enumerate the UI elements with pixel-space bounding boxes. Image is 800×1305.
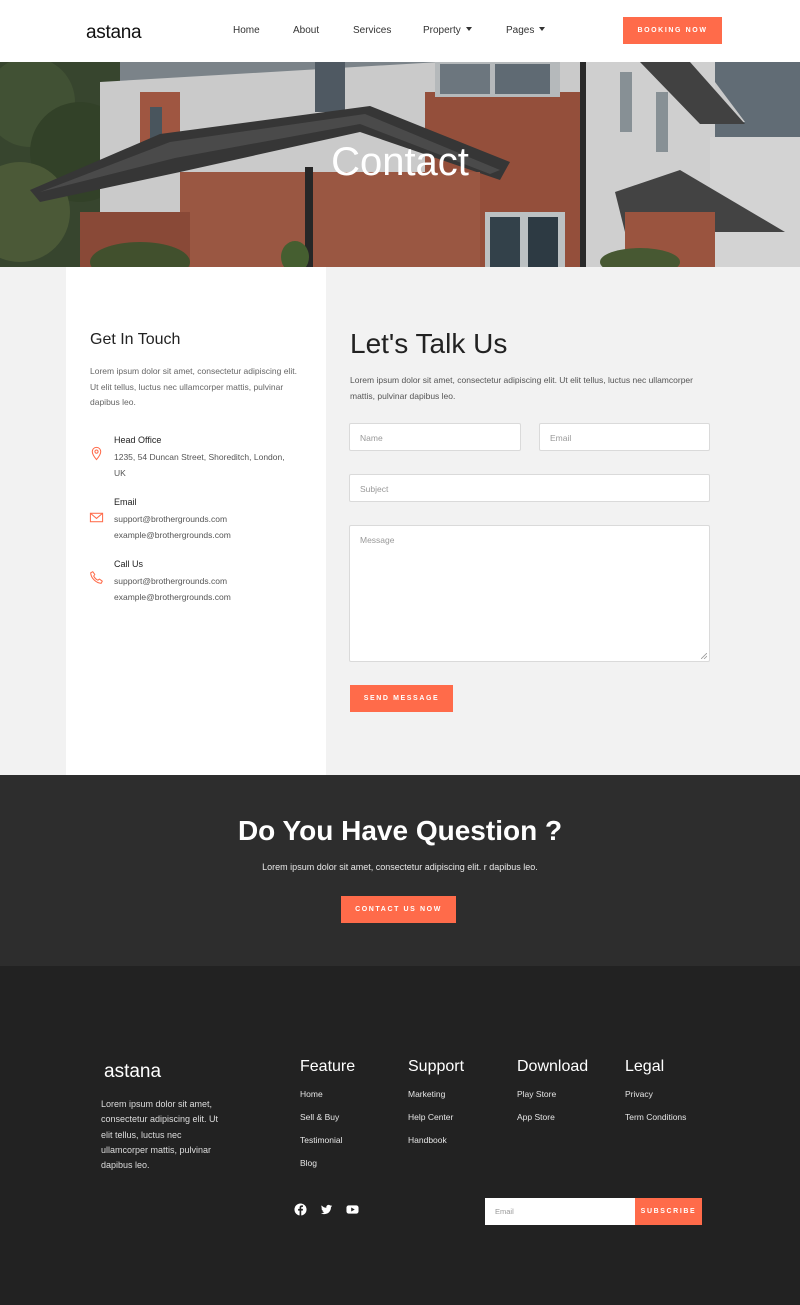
twitter-icon[interactable] (320, 1203, 333, 1216)
get-in-touch-description: Lorem ipsum dolor sit amet, consectetur … (90, 366, 297, 407)
head-office-info: Head Office 1235, 54 Duncan Street, Shor… (114, 435, 314, 481)
footer-column-feature: Feature Home Sell & Buy Testimonial Blog (300, 1058, 355, 1181)
footer-logo[interactable]: astana (104, 1061, 161, 1083)
footer-description: Lorem ipsum dolor sit amet, consectetur … (101, 1099, 219, 1171)
footer-heading: Download (517, 1058, 589, 1075)
footer-heading: Support (408, 1058, 465, 1075)
footer-link[interactable]: Handbook (408, 1135, 464, 1158)
footer-link[interactable]: App Store (517, 1112, 588, 1135)
footer-heading: Legal (625, 1058, 665, 1075)
call-us-title: Call Us (114, 559, 144, 569)
head-office-address-line: UK (114, 467, 126, 478)
subject-input[interactable]: Subject (349, 474, 710, 502)
resize-handle-icon[interactable] (701, 653, 707, 659)
email-info: Email support@brothergrounds.com example… (114, 497, 314, 543)
email-address[interactable]: example@brothergrounds.com (114, 528, 314, 544)
footer-link[interactable]: Testimonial (300, 1135, 355, 1158)
nav-about[interactable]: About (293, 25, 319, 36)
youtube-icon[interactable] (346, 1203, 359, 1216)
call-us-line[interactable]: example@brothergrounds.com (114, 590, 314, 606)
nav-home[interactable]: Home (233, 25, 260, 36)
nav-services[interactable]: Services (353, 25, 391, 36)
booking-now-button[interactable]: BOOKING NOW (623, 17, 722, 44)
head-office-address-line: 1235, 54 Duncan Street, Shoreditch, Lond… (114, 452, 285, 462)
name-input[interactable]: Name (349, 423, 521, 451)
site-logo[interactable]: astana (86, 22, 142, 44)
nav-pages[interactable]: Pages (506, 25, 546, 36)
get-in-touch-heading: Get In Touch (90, 331, 181, 348)
subscribe-email-input[interactable]: Email (485, 1198, 635, 1225)
footer-column-legal: Legal Privacy Term Conditions (625, 1058, 686, 1135)
footer-link[interactable]: Privacy (625, 1089, 686, 1112)
caret-down-icon (539, 27, 546, 31)
head-office-title: Head Office (114, 435, 162, 445)
call-us-line[interactable]: support@brothergrounds.com (114, 574, 314, 590)
message-placeholder: Message (360, 535, 395, 545)
phone-icon (90, 571, 103, 584)
site-header: astana Home About Services Property Page… (0, 0, 800, 62)
nav-property[interactable]: Property (423, 25, 472, 36)
footer-link[interactable]: Sell & Buy (300, 1112, 355, 1135)
page-title: Contact (331, 140, 469, 184)
envelope-icon (89, 512, 104, 523)
footer-column-download: Download Play Store App Store (517, 1058, 588, 1135)
email-address[interactable]: support@brothergrounds.com (114, 512, 314, 528)
footer-link[interactable]: Marketing (408, 1089, 464, 1112)
footer-link[interactable]: Term Conditions (625, 1112, 686, 1135)
caret-down-icon (465, 27, 472, 31)
email-title: Email (114, 497, 137, 507)
question-description: Lorem ipsum dolor sit amet, consectetur … (262, 862, 538, 872)
footer-heading: Feature (300, 1058, 356, 1075)
form-description: Lorem ipsum dolor sit amet, consectetur … (350, 375, 693, 401)
question-heading: Do You Have Question ? (237, 815, 563, 846)
map-pin-icon (91, 446, 102, 461)
call-us-info: Call Us support@brothergrounds.com examp… (114, 559, 314, 605)
message-textarea[interactable]: Message (349, 525, 710, 662)
footer-link[interactable]: Home (300, 1089, 355, 1112)
footer-link[interactable]: Blog (300, 1158, 355, 1181)
subscribe-button[interactable]: SUBSCRIBE (635, 1198, 702, 1225)
footer-link[interactable]: Play Store (517, 1089, 588, 1112)
footer-column-support: Support Marketing Help Center Handbook (408, 1058, 464, 1158)
hero-banner: Contact (0, 62, 800, 267)
facebook-icon[interactable] (294, 1203, 307, 1216)
form-heading: Let's Talk Us (350, 328, 508, 359)
send-message-button[interactable]: SEND MESSAGE (350, 685, 453, 712)
email-input[interactable]: Email (539, 423, 710, 451)
footer-link[interactable]: Help Center (408, 1112, 464, 1135)
contact-us-now-button[interactable]: CONTACT US NOW (341, 896, 456, 923)
